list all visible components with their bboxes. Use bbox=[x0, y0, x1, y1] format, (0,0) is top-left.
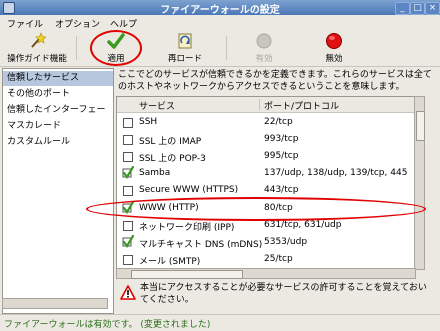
table-row[interactable]: Samba 137/udp, 138/udp, 139/tcp, 445 bbox=[117, 165, 415, 181]
category-trusted-services[interactable]: 信頼したサービス bbox=[3, 71, 113, 86]
window-title: ファイアーウォールの設定 bbox=[160, 5, 280, 16]
column-header-service[interactable]: サービス bbox=[139, 99, 175, 112]
minimize-button[interactable]: _ bbox=[395, 2, 410, 15]
service-port: 22/tcp bbox=[264, 117, 293, 127]
toolbar-separator bbox=[226, 36, 227, 60]
service-checkbox[interactable] bbox=[123, 186, 133, 196]
table-vscrollbar[interactable] bbox=[414, 96, 425, 270]
category-label: 信頼したインターフェー bbox=[7, 105, 106, 115]
hscroll-thumb[interactable] bbox=[131, 270, 243, 279]
close-button[interactable]: × bbox=[425, 2, 440, 15]
service-name: Samba bbox=[139, 168, 171, 178]
service-name: SSL 上の POP-3 bbox=[139, 154, 206, 164]
service-checkbox[interactable] bbox=[123, 118, 133, 128]
category-other-ports[interactable]: その他のポート bbox=[3, 87, 113, 102]
service-checkbox[interactable] bbox=[123, 221, 133, 231]
service-port: 137/udp, 138/udp, 139/tcp, 445 bbox=[264, 168, 408, 178]
category-label: カスタムルール bbox=[7, 137, 71, 147]
firewall-window: ファイアーウォールの設定 _ □ × ファイル オプション ヘルプ 操作ガイド機… bbox=[0, 0, 440, 331]
service-port: 995/tcp bbox=[264, 151, 299, 161]
menu-file[interactable]: ファイル bbox=[7, 17, 43, 30]
service-name: マルチキャスト DNS (mDNS) bbox=[139, 240, 263, 250]
service-port: 993/tcp bbox=[264, 134, 299, 144]
vscroll-thumb[interactable] bbox=[416, 111, 425, 141]
table-row[interactable]: マルチキャスト DNS (mDNS) 5353/udp bbox=[117, 234, 415, 250]
service-name: Secure WWW (HTTPS) bbox=[139, 185, 239, 195]
disable-label: 無効 bbox=[325, 54, 343, 64]
reload-button[interactable]: 再ロード bbox=[160, 32, 210, 64]
service-checkbox[interactable] bbox=[123, 152, 133, 162]
service-port: 25/tcp bbox=[264, 254, 293, 264]
wizard-label: 操作ガイド機能 bbox=[7, 54, 67, 64]
apply-highlight-circle bbox=[90, 30, 142, 66]
enable-icon bbox=[256, 33, 272, 49]
http-highlight-ellipse bbox=[86, 197, 426, 221]
wizard-button[interactable]: 操作ガイド機能 bbox=[4, 32, 70, 64]
service-name: SSH bbox=[139, 117, 158, 127]
enable-label: 有効 bbox=[255, 54, 273, 64]
category-masquerade[interactable]: マスカレード bbox=[3, 119, 113, 134]
toolbar: 操作ガイド機能 適用 再ロード 有効 無効 bbox=[0, 30, 440, 67]
category-label: その他のポート bbox=[7, 89, 71, 99]
enable-button[interactable]: 有効 bbox=[248, 32, 280, 64]
toolbar-separator bbox=[76, 36, 77, 60]
warning-icon bbox=[120, 285, 136, 300]
service-port: 631/tcp, 631/udp bbox=[264, 220, 342, 230]
warning-text: 本当にアクセスすることが必要なサービスの許可することを覚えておいてください。 bbox=[140, 283, 427, 305]
disable-button[interactable]: 無効 bbox=[318, 32, 350, 64]
table-row[interactable]: メール (SMTP) 25/tcp bbox=[117, 251, 415, 267]
checked-checkbox-icon[interactable] bbox=[122, 166, 134, 179]
description-text: ここでどのサービスが信頼できるかを定義できます。これらのサービスは全てのホストや… bbox=[118, 70, 432, 92]
category-custom-rules[interactable]: カスタムルール bbox=[3, 135, 113, 150]
service-checkbox[interactable] bbox=[123, 255, 133, 265]
service-name: ネットワーク印刷 (IPP) bbox=[139, 223, 235, 233]
table-row[interactable]: SSH 22/tcp bbox=[117, 114, 415, 130]
wand-icon bbox=[31, 32, 46, 48]
stop-icon bbox=[326, 33, 342, 49]
warning-message: 本当にアクセスすることが必要なサービスの許可することを覚えておいてください。 bbox=[118, 282, 436, 312]
title-bar: ファイアーウォールの設定 _ □ × bbox=[0, 0, 440, 16]
reload-label: 再ロード bbox=[167, 54, 202, 64]
status-text: ファイアーウォールは有効です。 (変更されました) bbox=[4, 320, 211, 330]
service-checkbox[interactable] bbox=[123, 135, 133, 145]
category-trusted-interfaces[interactable]: 信頼したインターフェー bbox=[3, 103, 113, 118]
maximize-button[interactable]: □ bbox=[410, 2, 425, 15]
status-bar: ファイアーウォールは有効です。 (変更されました) bbox=[0, 314, 440, 331]
menu-options[interactable]: オプション bbox=[55, 17, 100, 30]
category-hscrollbar[interactable] bbox=[2, 298, 108, 309]
table-row[interactable]: SSL 上の IMAP 993/tcp bbox=[117, 131, 415, 147]
category-label: 信頼したサービス bbox=[7, 73, 80, 83]
table-row[interactable]: Secure WWW (HTTPS) 443/tcp bbox=[117, 182, 415, 198]
column-header-port[interactable]: ポート/プロトコル bbox=[264, 99, 339, 112]
column-divider bbox=[259, 99, 260, 110]
services-table: サービス ポート/プロトコル SSH 22/tcp SSL 上の IMAP 99… bbox=[116, 96, 416, 270]
table-header: サービス ポート/プロトコル bbox=[117, 97, 415, 113]
menu-help[interactable]: ヘルプ bbox=[110, 17, 137, 30]
service-name: メール (SMTP) bbox=[139, 257, 201, 267]
category-list: 信頼したサービス その他のポート 信頼したインターフェー マスカレード カスタム… bbox=[2, 68, 114, 314]
checked-checkbox-icon[interactable] bbox=[122, 235, 134, 248]
category-label: マスカレード bbox=[7, 121, 62, 131]
table-hscrollbar[interactable] bbox=[116, 268, 416, 279]
service-name: SSL 上の IMAP bbox=[139, 137, 202, 147]
reload-icon bbox=[178, 33, 192, 49]
service-port: 443/tcp bbox=[264, 185, 299, 195]
service-port: 5353/udp bbox=[264, 237, 308, 247]
table-row[interactable]: SSL 上の POP-3 995/tcp bbox=[117, 148, 415, 164]
menu-bar: ファイル オプション ヘルプ bbox=[0, 15, 440, 30]
